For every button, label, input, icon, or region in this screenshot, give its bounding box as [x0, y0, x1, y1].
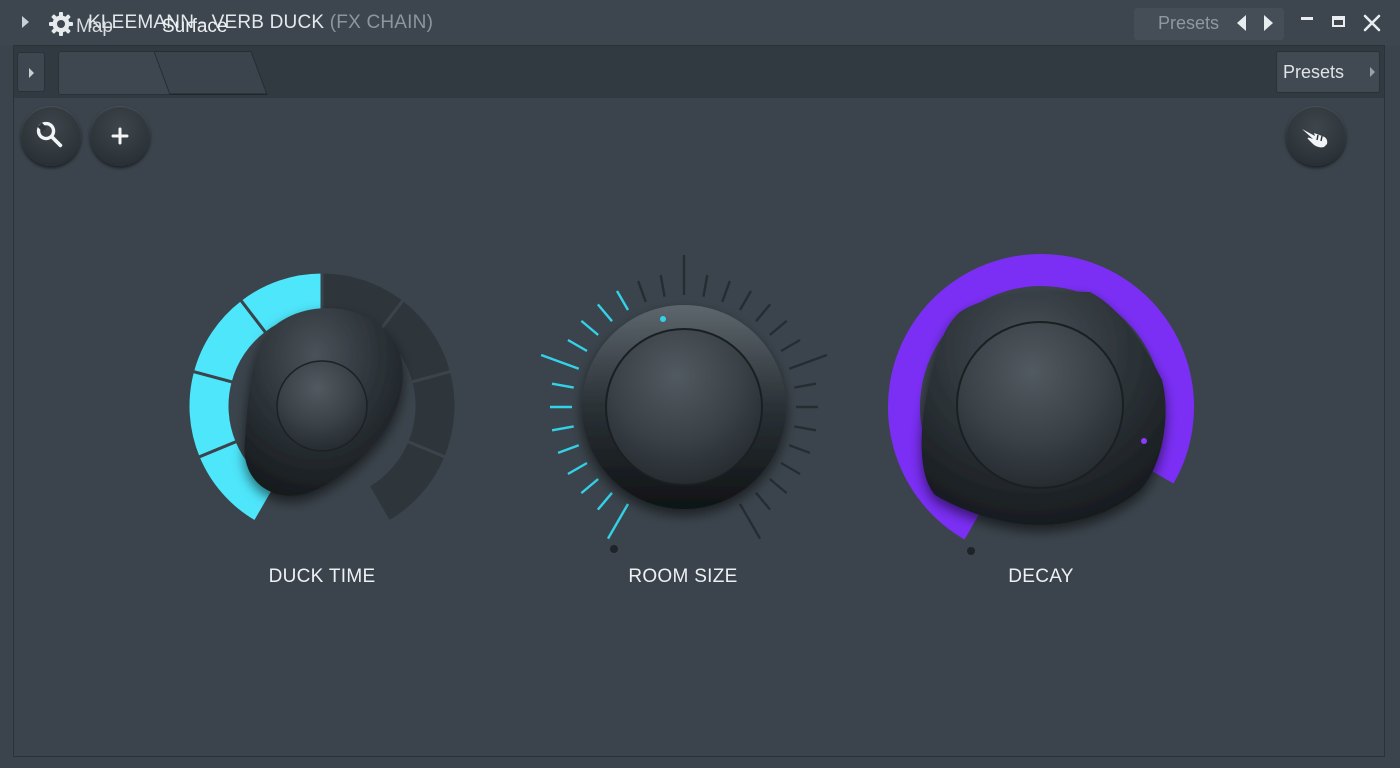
room-size-tick — [788, 444, 811, 454]
room-size-knob-cap[interactable] — [605, 328, 763, 486]
knob-room-size[interactable] — [540, 255, 828, 553]
room-size-tick — [637, 280, 647, 303]
room-size-tick — [580, 319, 599, 336]
room-size-tick — [780, 461, 801, 476]
room-size-tick — [738, 290, 753, 311]
room-size-tick — [551, 425, 574, 432]
decay-min-dot — [967, 547, 975, 555]
room-size-tick — [755, 303, 772, 322]
room-size-tick — [769, 319, 788, 336]
room-size-tick — [702, 274, 709, 297]
knob-area — [186, 254, 1194, 555]
room-size-tick — [606, 503, 630, 540]
room-size-tick — [540, 353, 580, 370]
knob-label-room-size: ROOM SIZE — [628, 566, 738, 587]
decay-knob-cap[interactable] — [956, 321, 1124, 489]
room-size-tick — [596, 303, 613, 322]
knob-label-decay: DECAY — [1008, 566, 1074, 587]
duck-time-knob-cap[interactable] — [276, 360, 368, 452]
room-size-tick — [580, 478, 599, 495]
room-size-tick — [567, 461, 588, 476]
room-size-tick — [557, 444, 580, 454]
room-size-tick — [551, 382, 574, 389]
room-size-tick — [794, 425, 817, 432]
duck-time-segment — [365, 439, 448, 525]
room-size-tick — [794, 382, 817, 389]
decay-indicator-dot — [1141, 438, 1147, 444]
knob-label-duck-time: DUCK TIME — [268, 566, 376, 587]
room-size-tick — [738, 503, 762, 540]
room-size-min-dot — [610, 545, 618, 553]
room-size-tick — [659, 274, 666, 297]
room-size-tick — [780, 338, 801, 353]
knob-decay[interactable] — [888, 254, 1194, 555]
room-size-tick — [788, 353, 828, 370]
room-size-tick — [769, 478, 788, 495]
room-size-tick — [755, 492, 772, 511]
room-size-indicator-dot — [660, 316, 666, 322]
room-size-tick — [615, 290, 630, 311]
room-size-tick — [721, 280, 731, 303]
duck-time-segment — [186, 369, 239, 460]
knob-duck-time[interactable] — [186, 270, 458, 525]
room-size-tick — [567, 338, 588, 353]
room-size-tick — [596, 492, 613, 511]
